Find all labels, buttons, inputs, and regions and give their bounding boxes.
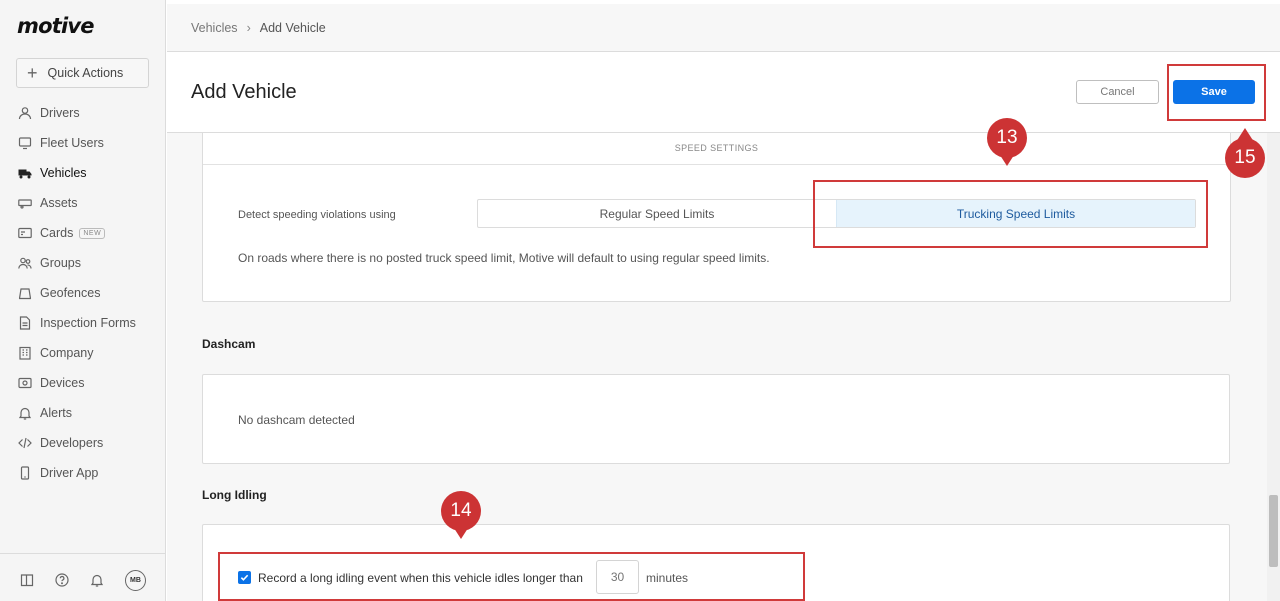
sidebar-item-label: Developers	[40, 436, 104, 450]
groups-icon	[18, 256, 32, 270]
check-icon	[240, 574, 249, 581]
speed-settings-heading: SPEED SETTINGS	[203, 133, 1230, 165]
sidebar-item-vehicles[interactable]: Vehicles	[0, 158, 166, 188]
speed-limit-note: On roads where there is no posted truck …	[238, 251, 770, 265]
long-idling-label: Record a long idling event when this veh…	[258, 571, 583, 585]
sidebar: motive + Quick Actions Drivers Fleet Use…	[0, 0, 166, 601]
truck-icon	[18, 166, 32, 180]
idle-minutes-unit: minutes	[646, 571, 689, 585]
devices-icon	[18, 376, 32, 390]
sidebar-item-label: Driver App	[40, 466, 99, 480]
book-icon[interactable]	[19, 572, 35, 588]
sidebar-item-label: Cards	[40, 226, 74, 240]
page-header: Add Vehicle Cancel Save	[167, 53, 1280, 133]
breadcrumb-vehicles-link[interactable]: Vehicles	[191, 21, 238, 35]
long-idling-title: Long Idling	[202, 488, 267, 502]
speed-settings-card: SPEED SETTINGS Detect speeding violation…	[202, 133, 1231, 302]
sidebar-item-label: Company	[40, 346, 94, 360]
card-icon	[18, 226, 32, 240]
sidebar-item-label: Inspection Forms	[40, 316, 136, 330]
sidebar-item-assets[interactable]: Assets	[0, 188, 166, 218]
page-title: Add Vehicle	[191, 81, 297, 103]
breadcrumb-separator: ›	[246, 20, 251, 35]
code-icon	[18, 436, 32, 450]
trucking-speed-limits-option[interactable]: Trucking Speed Limits	[836, 200, 1195, 227]
sidebar-item-developers[interactable]: Developers	[0, 428, 166, 458]
help-icon[interactable]	[54, 572, 70, 588]
save-button[interactable]: Save	[1173, 80, 1255, 104]
plus-icon: +	[27, 63, 38, 83]
sidebar-item-devices[interactable]: Devices	[0, 368, 166, 398]
sidebar-item-label: Groups	[40, 256, 81, 270]
building-icon	[18, 346, 32, 360]
regular-speed-limits-option[interactable]: Regular Speed Limits	[478, 200, 836, 227]
idle-minutes-input[interactable]	[596, 560, 639, 594]
long-idling-card	[202, 524, 1230, 601]
motive-logo[interactable]: motive	[17, 14, 94, 38]
main-content: SPEED SETTINGS Detect speeding violation…	[167, 133, 1267, 601]
geofence-icon	[18, 286, 32, 300]
no-dashcam-message: No dashcam detected	[238, 413, 355, 427]
sidebar-item-cards[interactable]: Cards NEW	[0, 218, 166, 248]
breadcrumb-current: Add Vehicle	[259, 20, 326, 35]
trailer-icon	[18, 196, 32, 210]
sidebar-item-fleet-users[interactable]: Fleet Users	[0, 128, 166, 158]
scrollbar-thumb[interactable]	[1269, 495, 1278, 567]
sidebar-item-label: Assets	[40, 196, 78, 210]
sidebar-item-label: Geofences	[40, 286, 101, 300]
bell-icon	[18, 406, 32, 420]
quick-actions-button[interactable]: + Quick Actions	[16, 58, 149, 88]
person-icon	[18, 106, 32, 120]
sidebar-item-alerts[interactable]: Alerts	[0, 398, 166, 428]
sidebar-item-inspection-forms[interactable]: Inspection Forms	[0, 308, 166, 338]
sidebar-item-drivers[interactable]: Drivers	[0, 98, 166, 128]
sidebar-item-label: Fleet Users	[40, 136, 104, 150]
new-badge: NEW	[79, 227, 106, 239]
sidebar-item-label: Alerts	[40, 406, 72, 420]
cancel-button[interactable]: Cancel	[1076, 80, 1159, 104]
dashcam-title: Dashcam	[202, 337, 256, 351]
sidebar-item-label: Vehicles	[40, 166, 87, 180]
avatar[interactable]: MB	[125, 570, 146, 591]
detect-speeding-label: Detect speeding violations using	[238, 209, 396, 221]
monitor-icon	[18, 136, 32, 150]
phone-icon	[18, 466, 32, 480]
long-idling-checkbox[interactable]	[238, 571, 251, 584]
dashcam-card: No dashcam detected	[202, 374, 1230, 464]
notifications-icon[interactable]	[89, 572, 105, 588]
sidebar-item-label: Drivers	[40, 106, 80, 120]
sidebar-item-company[interactable]: Company	[0, 338, 166, 368]
speed-limit-toggle: Regular Speed Limits Trucking Speed Limi…	[477, 199, 1196, 228]
form-icon	[18, 316, 32, 330]
sidebar-item-label: Devices	[40, 376, 85, 390]
sidebar-item-groups[interactable]: Groups	[0, 248, 166, 278]
sidebar-item-driver-app[interactable]: Driver App	[0, 458, 166, 488]
breadcrumb: Vehicles › Add Vehicle	[167, 4, 1280, 52]
sidebar-nav: Drivers Fleet Users Vehicles Assets Card…	[0, 98, 166, 488]
quick-actions-label: Quick Actions	[47, 66, 124, 80]
sidebar-item-geofences[interactable]: Geofences	[0, 278, 166, 308]
